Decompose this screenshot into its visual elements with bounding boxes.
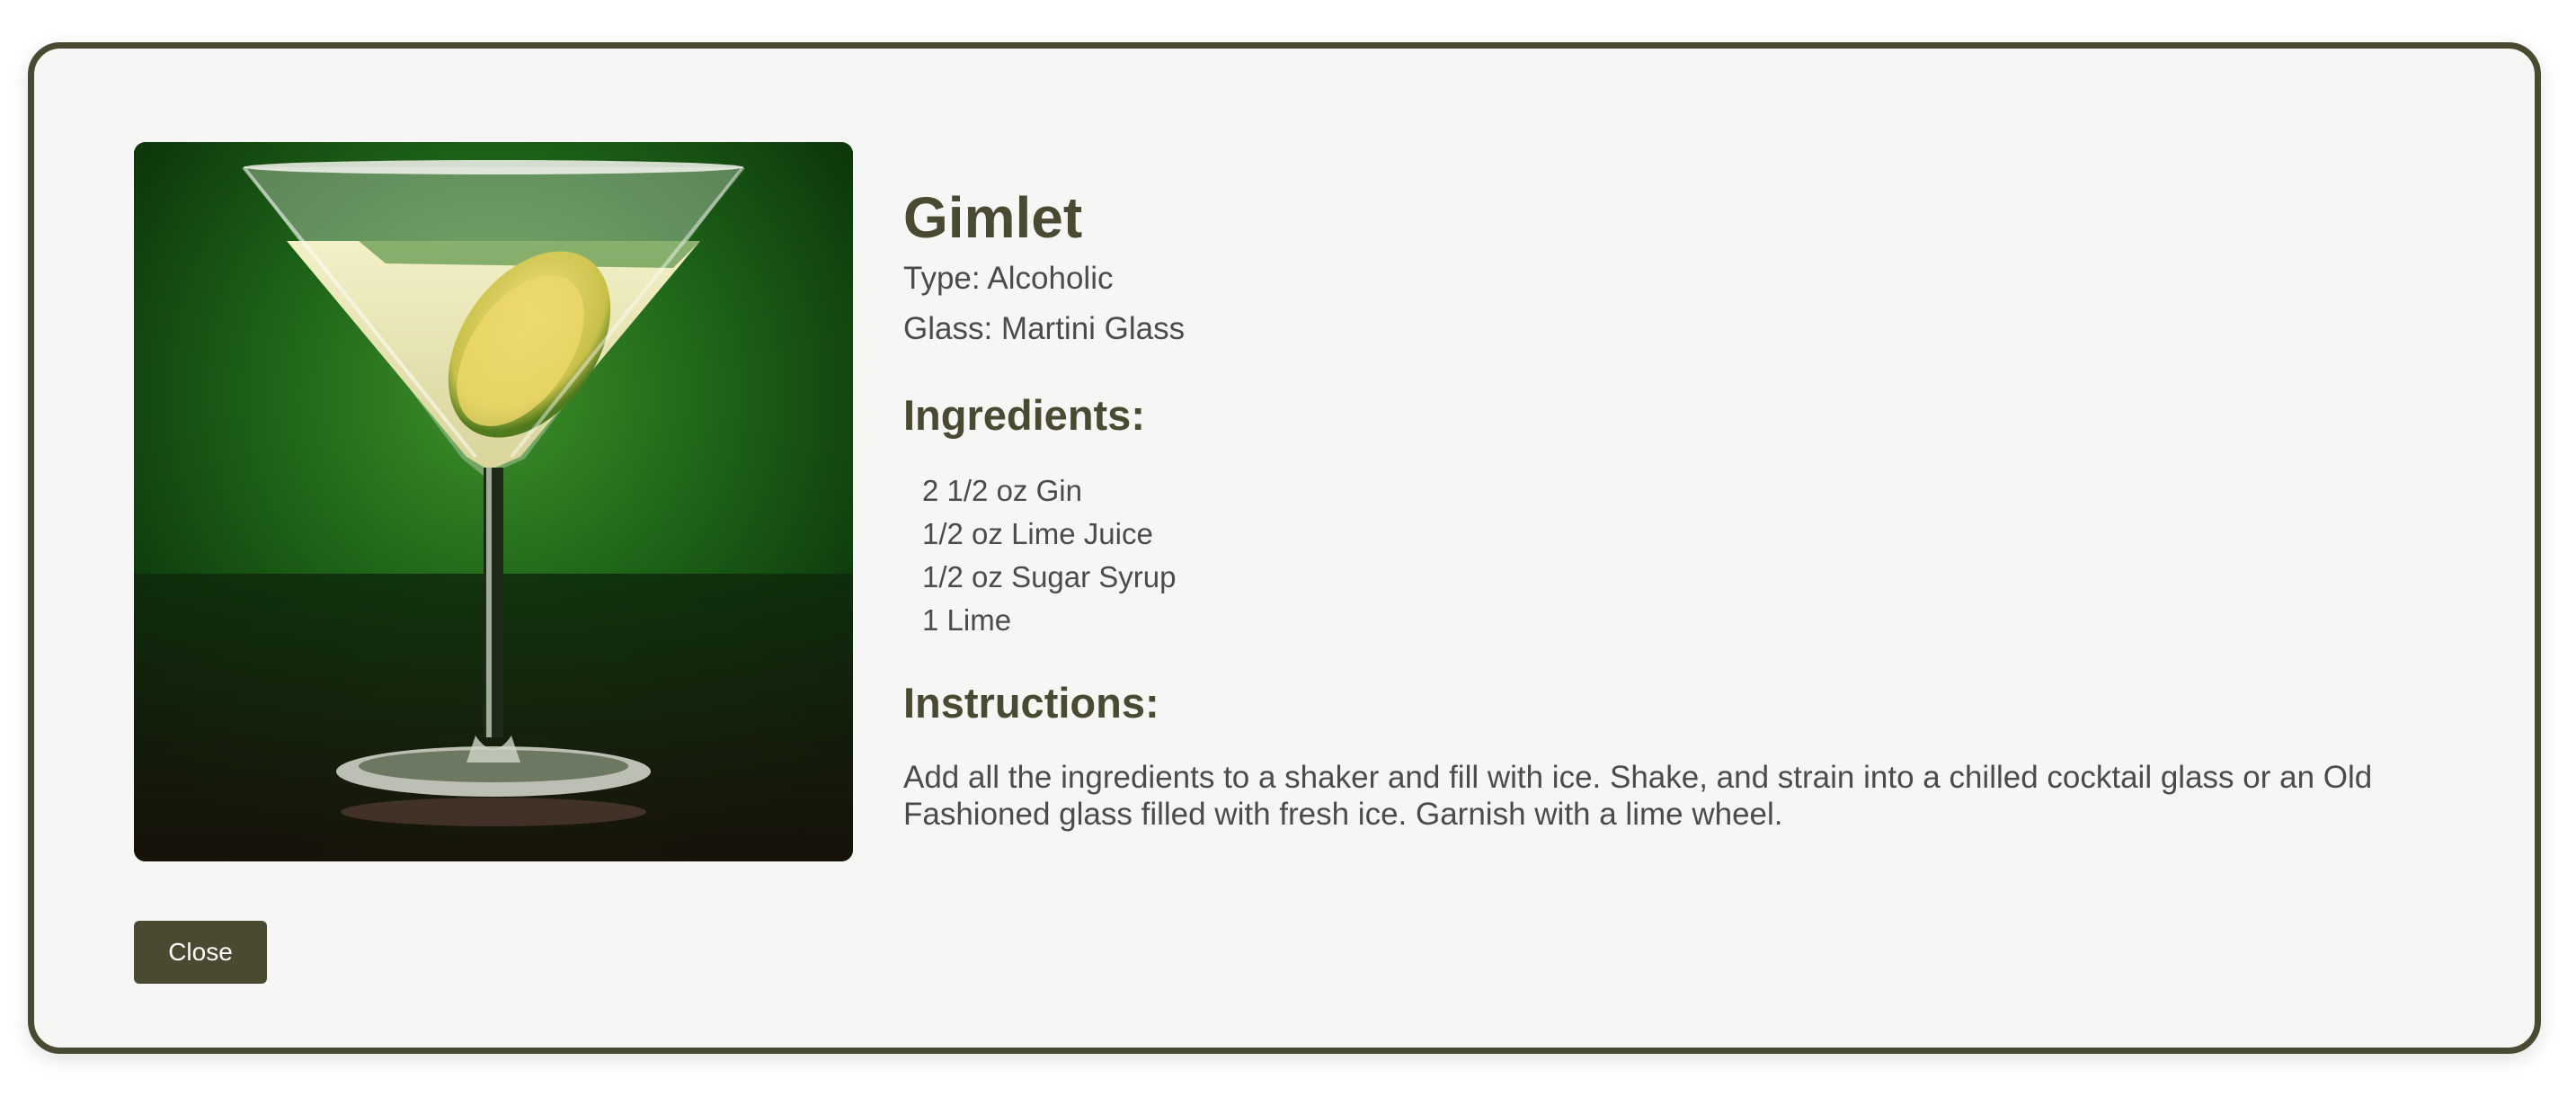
ingredients-list: 2 1/2 oz Gin 1/2 oz Lime Juice 1/2 oz Su… bbox=[903, 469, 2449, 642]
ingredient-item: 1/2 oz Sugar Syrup bbox=[922, 560, 1177, 593]
drink-glass: Glass: Martini Glass bbox=[903, 311, 1186, 346]
ingredient-item: 1/2 oz Lime Juice bbox=[922, 517, 1153, 550]
drink-type: Type: Alcoholic bbox=[903, 261, 1114, 296]
drink-photo bbox=[134, 142, 853, 861]
drink-detail-modal: Gimlet Type: Alcoholic Glass: Martini Gl… bbox=[28, 42, 2541, 1054]
drink-name: Gimlet bbox=[903, 185, 1083, 250]
ingredient-item: 2 1/2 oz Gin bbox=[922, 474, 1082, 507]
martini-glass-image bbox=[134, 142, 853, 861]
drink-details: Gimlet Type: Alcoholic Glass: Martini Gl… bbox=[903, 182, 2449, 833]
instructions-heading: Instructions: bbox=[903, 679, 1159, 727]
ingredients-heading: Ingredients: bbox=[903, 391, 1145, 439]
instructions-text: Add all the ingredients to a shaker and … bbox=[903, 760, 2373, 832]
ingredient-item: 1 Lime bbox=[922, 603, 1012, 637]
close-button[interactable]: Close bbox=[134, 921, 267, 984]
